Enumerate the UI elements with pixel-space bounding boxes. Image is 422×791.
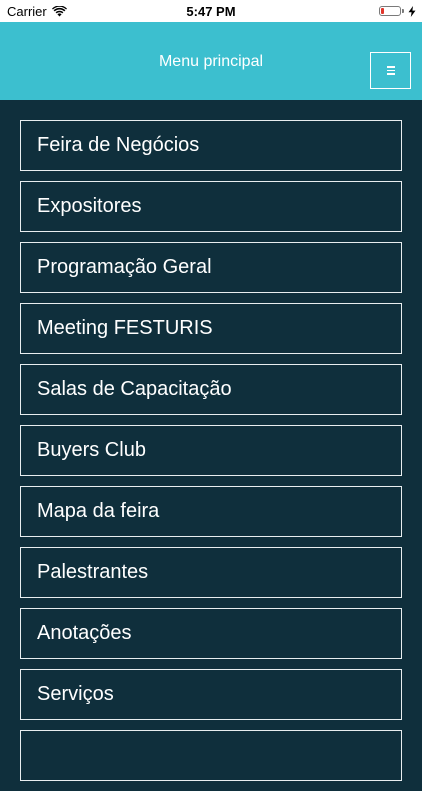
menu-item-label: Expositores: [37, 195, 142, 217]
main-menu-list: Feira de Negócios Expositores Programaçã…: [20, 120, 402, 791]
header-bar: Menu principal: [0, 22, 422, 100]
menu-item-expositores[interactable]: Expositores: [20, 181, 402, 232]
menu-item-meeting-festuris[interactable]: Meeting FESTURIS: [20, 303, 402, 354]
menu-item-servicos[interactable]: Serviços: [20, 669, 402, 720]
menu-item-buyers-club[interactable]: Buyers Club: [20, 425, 402, 476]
menu-item-feira-de-negocios[interactable]: Feira de Negócios: [20, 120, 402, 171]
menu-item-label: Mapa da feira: [37, 500, 160, 522]
menu-item-salas-de-capacitacao[interactable]: Salas de Capacitação: [20, 364, 402, 415]
status-time: 5:47 PM: [186, 3, 236, 19]
menu-item-label: Palestrantes: [37, 561, 149, 583]
menu-item-label: Salas de Capacitação: [37, 378, 232, 400]
status-bar: Carrier 5:47 PM: [0, 0, 422, 22]
page-title: Menu principal: [158, 53, 264, 70]
menu-item-programacao-geral[interactable]: Programação Geral: [20, 242, 402, 293]
menu-item-partial[interactable]: [20, 730, 402, 781]
battery-icon: [379, 6, 404, 16]
menu-item-label: Feira de Negócios: [37, 134, 200, 156]
battery-level-fill: [381, 8, 384, 14]
menu-item-palestrantes[interactable]: Palestrantes: [20, 547, 402, 598]
menu-item-label: Meeting FESTURIS: [37, 317, 213, 339]
menu-item-label: Anotações: [37, 622, 132, 644]
menu-item-mapa-da-feira[interactable]: Mapa da feira: [20, 486, 402, 537]
menu-toggle-button[interactable]: [370, 52, 411, 89]
menu-item-label: Programação Geral: [37, 256, 212, 278]
status-right: [379, 0, 416, 22]
charging-icon: [408, 5, 416, 17]
hamburger-icon: [386, 66, 395, 75]
menu-item-label: Serviços: [37, 683, 114, 705]
menu-item-label: Buyers Club: [37, 439, 146, 461]
menu-item-anotacoes[interactable]: Anotações: [20, 608, 402, 659]
